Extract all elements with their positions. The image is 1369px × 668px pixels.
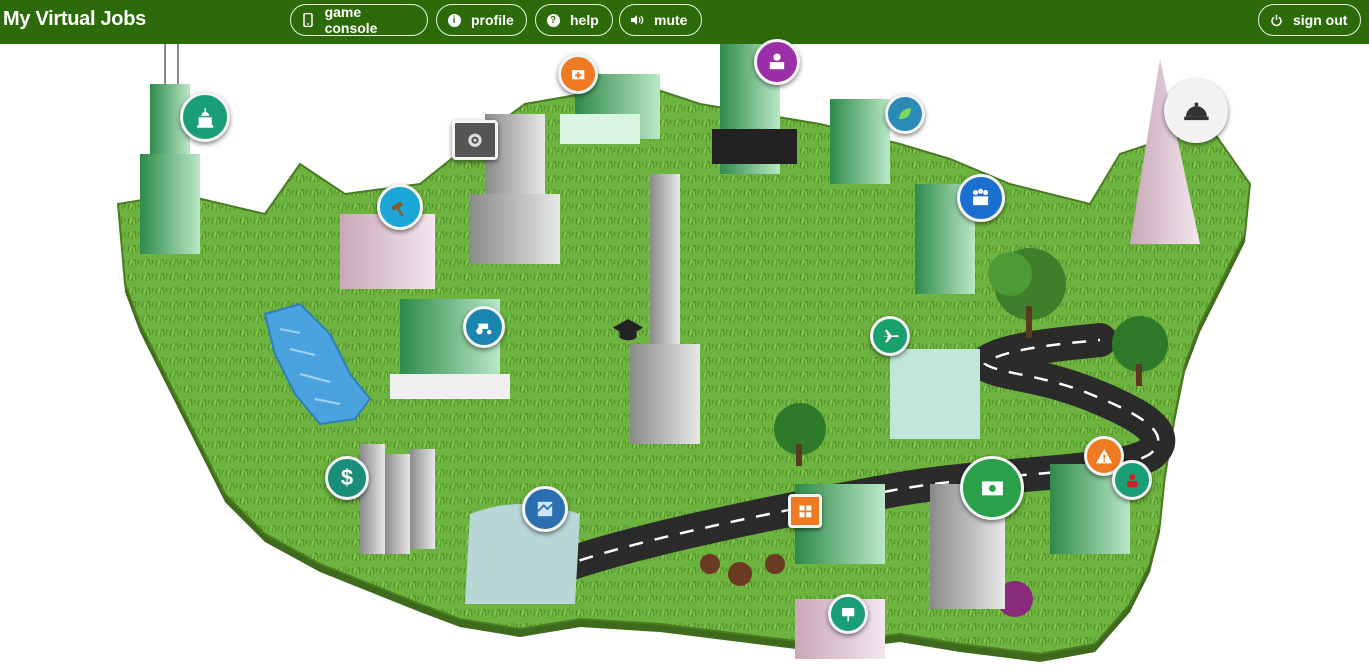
presentation-icon[interactable] [828,594,868,634]
help-button[interactable]: ? help [535,4,613,36]
question-icon: ? [546,13,560,27]
usa-career-map: $ [0,39,1369,668]
tractor-icon[interactable] [463,306,505,348]
app-title: My Virtual Jobs [3,8,146,30]
profile-button[interactable]: i profile [436,4,527,36]
money-icon[interactable] [960,456,1024,520]
dollar-icon[interactable]: $ [325,456,369,500]
power-icon [1269,13,1283,27]
gear-icon[interactable] [452,120,498,160]
game-console-button[interactable]: game console [290,4,428,36]
capitol-dome-icon[interactable] [180,92,230,142]
mobile-device-icon [301,13,315,27]
mute-button[interactable]: mute [619,4,702,36]
profile-label: profile [471,12,514,28]
airplane-icon[interactable] [870,316,910,356]
workers-icon[interactable] [754,39,800,85]
sign-out-label: sign out [1293,12,1348,28]
leaf-icon[interactable] [885,94,925,134]
speaker-icon [630,13,644,27]
sign-out-button[interactable]: sign out [1258,4,1361,36]
top-navigation-bar: My Virtual Jobs game console i profile ?… [0,0,1369,44]
firefighter-icon[interactable] [1112,460,1152,500]
help-label: help [570,12,599,28]
mute-label: mute [654,12,688,28]
game-console-label: game console [324,4,378,36]
graduation-cap-icon[interactable] [602,314,654,348]
blueprint-icon[interactable] [522,486,568,532]
info-icon: i [447,13,461,27]
calculator-icon[interactable] [788,494,822,528]
gavel-icon[interactable] [377,184,423,230]
service-bell-icon[interactable] [1164,79,1228,143]
people-icon[interactable] [957,174,1005,222]
first-aid-icon[interactable] [558,54,598,94]
